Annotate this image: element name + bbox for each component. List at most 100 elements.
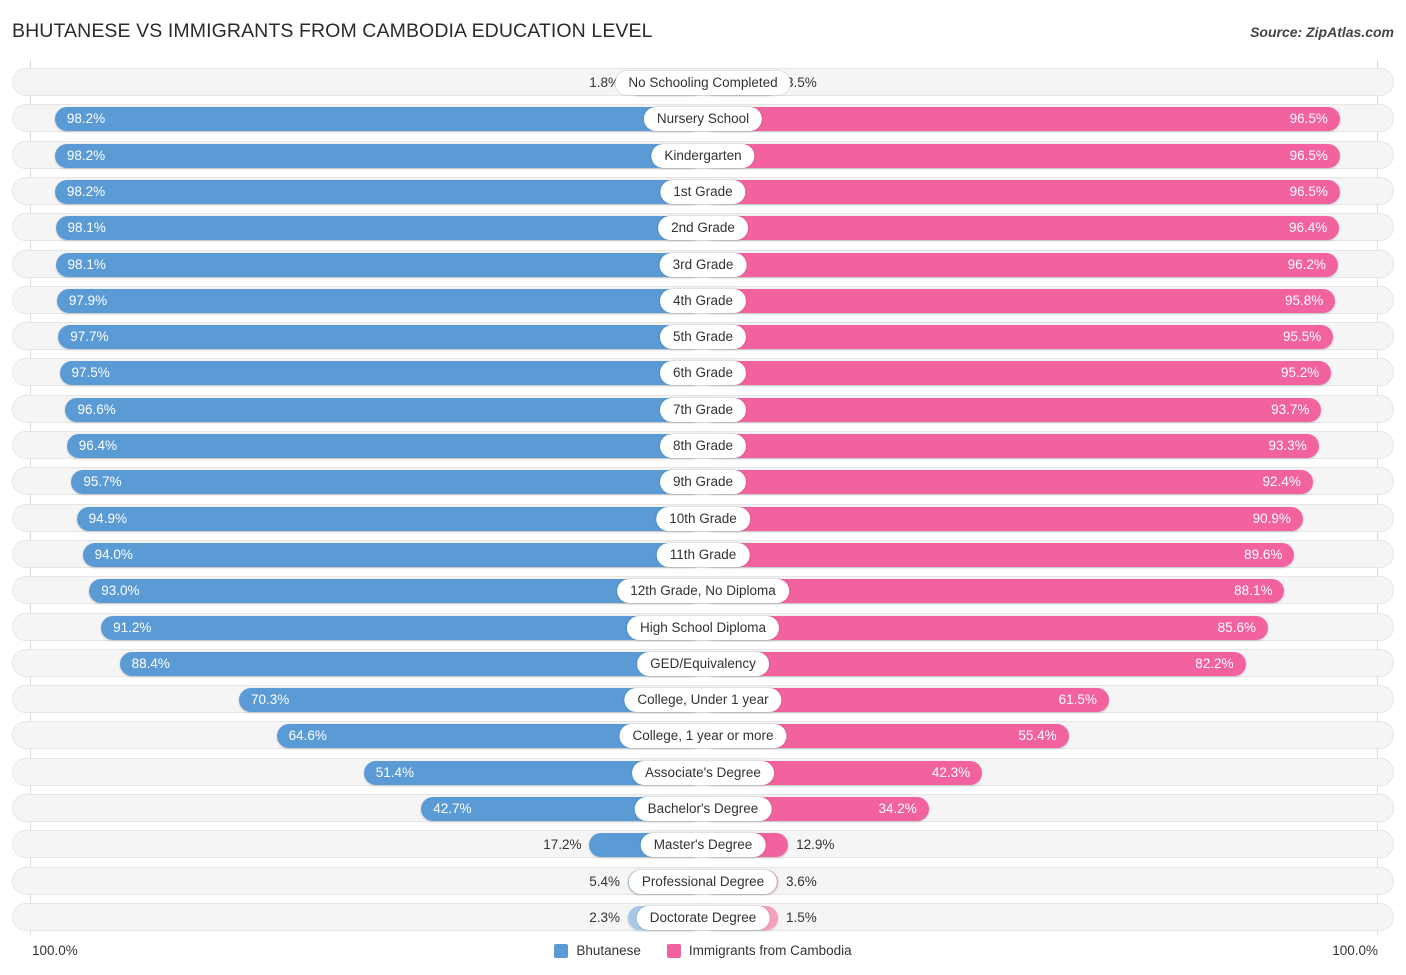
category-label-3rd-grade[interactable]: 3rd Grade (659, 252, 747, 277)
table-row[interactable]: 94.0% 89.6% 11th Grade (12, 539, 1394, 568)
bar-left-container-ged-equivalency: 88.4% (119, 651, 703, 676)
bar-bhutanese[interactable]: 98.2% (54, 143, 703, 168)
bar-bhutanese[interactable]: 88.4% (119, 651, 703, 676)
table-row[interactable]: 98.1% 96.2% 3rd Grade (12, 249, 1394, 278)
table-row[interactable]: 98.2% 96.5% Nursery School (12, 104, 1394, 133)
bar-bhutanese[interactable]: 97.7% (58, 325, 703, 350)
bar-bhutanese[interactable]: 96.6% (65, 397, 703, 422)
table-row[interactable]: 42.7% 34.2% Bachelor's Degree (12, 794, 1394, 822)
category-label-professional-degree[interactable]: Professional Degree (628, 869, 778, 894)
table-row[interactable]: 97.7% 95.5% 5th Grade (12, 322, 1394, 351)
category-label-college-under-1-year[interactable]: College, Under 1 year (624, 688, 782, 713)
bar-value-immigrants-from-cambodia: 96.5% (1289, 111, 1328, 127)
bar-bhutanese[interactable]: 94.9% (76, 506, 703, 531)
table-row[interactable]: 1.8% 3.5% No Schooling Completed (12, 68, 1394, 96)
category-label-8th-grade[interactable]: 8th Grade (659, 434, 747, 458)
table-row[interactable]: 91.2% 85.6% High School Diploma (12, 612, 1394, 641)
table-row[interactable]: 96.4% 93.3% 8th Grade (12, 431, 1394, 459)
bar-immigrants-from-cambodia[interactable]: 96.5% (703, 107, 1340, 132)
bar-right-container-high-school-diploma: 85.6% (703, 615, 1268, 640)
legend-label: Immigrants from Cambodia (688, 943, 852, 958)
bar-value-bhutanese: 42.7% (433, 801, 472, 816)
bar-immigrants-from-cambodia[interactable]: 93.3% (703, 434, 1319, 458)
bar-bhutanese[interactable]: 94.0% (82, 542, 703, 567)
bar-immigrants-from-cambodia[interactable]: 93.7% (703, 397, 1322, 422)
bar-left-container-4th-grade: 97.9% (56, 288, 703, 313)
bar-value-bhutanese: 94.9% (88, 510, 127, 526)
category-label-college-1-year-or-more[interactable]: College, 1 year or more (619, 724, 787, 749)
table-row[interactable]: 88.4% 82.2% GED/Equivalency (12, 648, 1394, 677)
bar-bhutanese[interactable]: 98.1% (55, 252, 703, 277)
category-label-kindergarten[interactable]: Kindergarten (651, 143, 755, 168)
bar-immigrants-from-cambodia[interactable]: 82.2% (703, 651, 1246, 676)
bar-immigrants-from-cambodia[interactable]: 95.8% (703, 288, 1336, 313)
legend-item-bhutanese[interactable]: Bhutanese (554, 943, 641, 958)
bar-right-container-7th-grade: 93.7% (703, 397, 1322, 422)
bar-immigrants-from-cambodia[interactable]: 96.5% (703, 143, 1340, 168)
bar-immigrants-from-cambodia[interactable]: 95.5% (703, 325, 1334, 350)
bar-value-immigrants-from-cambodia: 1.5% (786, 909, 817, 925)
category-label-high-school-diploma[interactable]: High School Diploma (626, 615, 780, 640)
bar-immigrants-from-cambodia[interactable]: 96.5% (703, 179, 1340, 204)
table-row[interactable]: 97.5% 95.2% 6th Grade (12, 358, 1394, 387)
chart-page: BHUTANESE VS IMMIGRANTS FROM CAMBODIA ED… (0, 0, 1406, 975)
table-row[interactable]: 98.1% 96.4% 2nd Grade (12, 213, 1394, 242)
bar-immigrants-from-cambodia[interactable]: 89.6% (703, 542, 1295, 567)
category-label-10th-grade[interactable]: 10th Grade (656, 506, 750, 531)
table-row[interactable]: 93.0% 88.1% 12th Grade, No Diploma (12, 576, 1394, 605)
category-label-2nd-grade[interactable]: 2nd Grade (658, 216, 748, 241)
category-label-11th-grade[interactable]: 11th Grade (656, 542, 750, 567)
bar-left-container-5th-grade: 97.7% (58, 325, 703, 350)
category-label-5th-grade[interactable]: 5th Grade (659, 325, 747, 350)
bar-bhutanese[interactable]: 98.2% (54, 179, 703, 204)
table-row[interactable]: 17.2% 12.9% Master's Degree (12, 830, 1394, 859)
bar-right-container-11th-grade: 89.6% (703, 542, 1295, 567)
bar-bhutanese[interactable]: 96.4% (66, 434, 703, 458)
bar-bhutanese[interactable]: 93.0% (89, 579, 703, 604)
bar-right-container-kindergarten: 96.5% (703, 143, 1340, 168)
table-row[interactable]: 70.3% 61.5% College, Under 1 year (12, 685, 1394, 714)
category-label-bachelor-s-degree[interactable]: Bachelor's Degree (634, 797, 772, 821)
bar-immigrants-from-cambodia[interactable]: 85.6% (703, 615, 1268, 640)
bar-immigrants-from-cambodia[interactable]: 95.2% (703, 361, 1332, 386)
table-row[interactable]: 51.4% 42.3% Associate's Degree (12, 757, 1394, 786)
bar-value-immigrants-from-cambodia: 90.9% (1252, 510, 1291, 526)
table-row[interactable]: 5.4% 3.6% Professional Degree (12, 866, 1394, 895)
table-row[interactable]: 96.6% 93.7% 7th Grade (12, 394, 1394, 423)
bar-immigrants-from-cambodia[interactable]: 88.1% (703, 579, 1285, 604)
table-row[interactable]: 64.6% 55.4% College, 1 year or more (12, 721, 1394, 750)
bar-bhutanese[interactable]: 91.2% (101, 615, 703, 640)
category-label-ged-equivalency[interactable]: GED/Equivalency (637, 651, 769, 676)
category-label-4th-grade[interactable]: 4th Grade (659, 288, 747, 313)
category-label-9th-grade[interactable]: 9th Grade (659, 470, 747, 495)
category-label-master-s-degree[interactable]: Master's Degree (640, 833, 766, 858)
table-row[interactable]: 94.9% 90.9% 10th Grade (12, 503, 1394, 532)
legend-item-immigrants-from-cambodia[interactable]: Immigrants from Cambodia (666, 943, 852, 958)
bar-immigrants-from-cambodia[interactable]: 92.4% (703, 470, 1313, 495)
table-row[interactable]: 2.3% 1.5% Doctorate Degree (12, 902, 1394, 931)
bar-bhutanese[interactable]: 97.5% (59, 361, 703, 386)
category-label-no-schooling-completed[interactable]: No Schooling Completed (615, 71, 791, 95)
chart-header: BHUTANESE VS IMMIGRANTS FROM CAMBODIA ED… (0, 0, 1406, 58)
category-label-associate-s-degree[interactable]: Associate's Degree (632, 760, 774, 785)
bar-bhutanese[interactable]: 98.2% (54, 107, 703, 132)
table-row[interactable]: 98.2% 96.5% Kindergarten (12, 140, 1394, 169)
category-label-12th-grade-no-diploma[interactable]: 12th Grade, No Diploma (617, 579, 789, 604)
table-row[interactable]: 97.9% 95.8% 4th Grade (12, 285, 1394, 314)
table-row[interactable]: 95.7% 92.4% 9th Grade (12, 467, 1394, 496)
category-label-6th-grade[interactable]: 6th Grade (659, 361, 747, 386)
bar-immigrants-from-cambodia[interactable]: 90.9% (703, 506, 1303, 531)
bar-bhutanese[interactable]: 98.1% (55, 216, 703, 241)
table-row[interactable]: 98.2% 96.5% 1st Grade (12, 176, 1394, 205)
bar-bhutanese[interactable]: 97.9% (56, 288, 703, 313)
category-label-7th-grade[interactable]: 7th Grade (659, 397, 747, 422)
category-label-doctorate-degree[interactable]: Doctorate Degree (636, 905, 770, 930)
category-label-nursery-school[interactable]: Nursery School (643, 107, 763, 132)
bar-immigrants-from-cambodia[interactable]: 96.2% (703, 252, 1338, 277)
category-label-1st-grade[interactable]: 1st Grade (660, 179, 746, 204)
bar-right-container-8th-grade: 93.3% (703, 434, 1319, 458)
bar-value-bhutanese: 97.5% (71, 365, 110, 381)
bar-right-container-10th-grade: 90.9% (703, 506, 1303, 531)
bar-immigrants-from-cambodia[interactable]: 96.4% (703, 216, 1340, 241)
bar-bhutanese[interactable]: 95.7% (71, 470, 703, 495)
